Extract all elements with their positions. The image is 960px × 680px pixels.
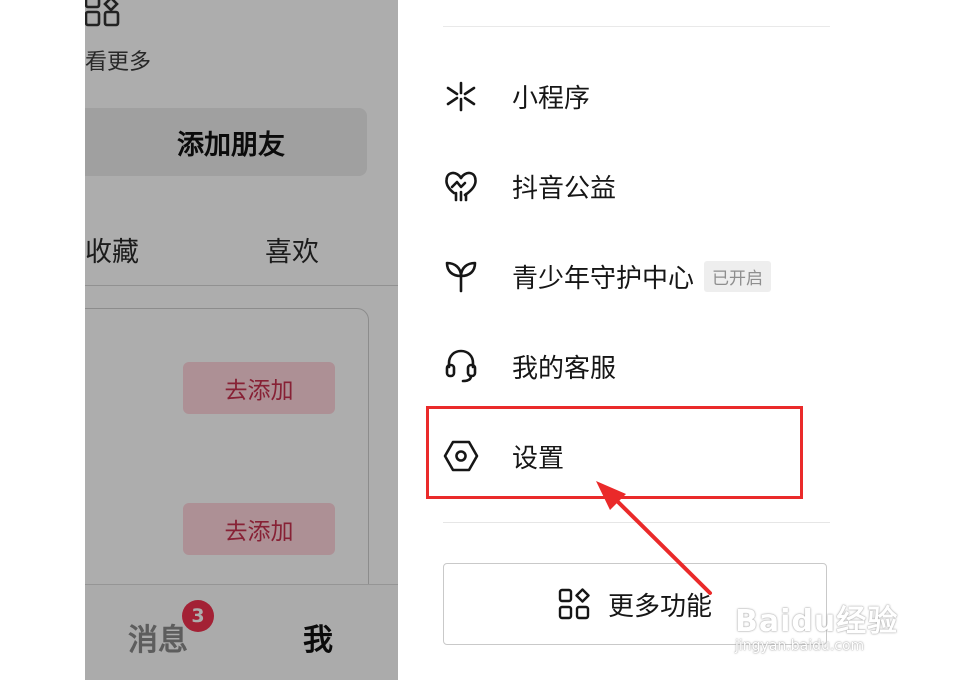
watermark-url: jingyan.baidu.com <box>735 638 865 654</box>
menu-item-charity[interactable]: 抖音公益 <box>443 156 830 216</box>
side-drawer-menu: 小程序 抖音公益 青少年守护中心 已开启 我的客服 设置 更多功能 <box>398 0 875 680</box>
profile-page-background: 看更多 添加朋友 收藏 喜欢 去添加 去添加 消息 3 我 <box>85 0 398 680</box>
highlight-box <box>426 406 803 499</box>
menu-item-label: 小程序 <box>512 83 591 114</box>
mini-program-icon <box>443 78 479 114</box>
menu-item-label: 青少年守护中心 <box>512 263 695 294</box>
menu-item-customer-service[interactable]: 我的客服 <box>443 336 830 396</box>
menu-item-mini-programs[interactable]: 小程序 <box>443 66 830 126</box>
divider <box>443 26 830 27</box>
charity-heart-icon <box>443 168 479 204</box>
dim-overlay[interactable] <box>85 0 398 680</box>
sprout-icon <box>443 258 479 294</box>
menu-item-youth-protection[interactable]: 青少年守护中心 已开启 <box>443 246 830 306</box>
divider <box>443 522 830 523</box>
watermark: Baidu经验 jingyan.baidu.com <box>735 596 898 654</box>
grid-apps-icon <box>558 588 590 620</box>
status-badge: 已开启 <box>704 260 772 292</box>
phone-screen: 看更多 添加朋友 收藏 喜欢 去添加 去添加 消息 3 我 小程序 抖音公益 青… <box>85 0 875 680</box>
menu-item-label: 抖音公益 <box>512 173 617 204</box>
menu-item-label: 我的客服 <box>512 353 617 384</box>
headset-icon <box>443 348 479 384</box>
more-features-label: 更多功能 <box>607 591 712 622</box>
watermark-logo: Baidu经验 <box>735 604 899 639</box>
